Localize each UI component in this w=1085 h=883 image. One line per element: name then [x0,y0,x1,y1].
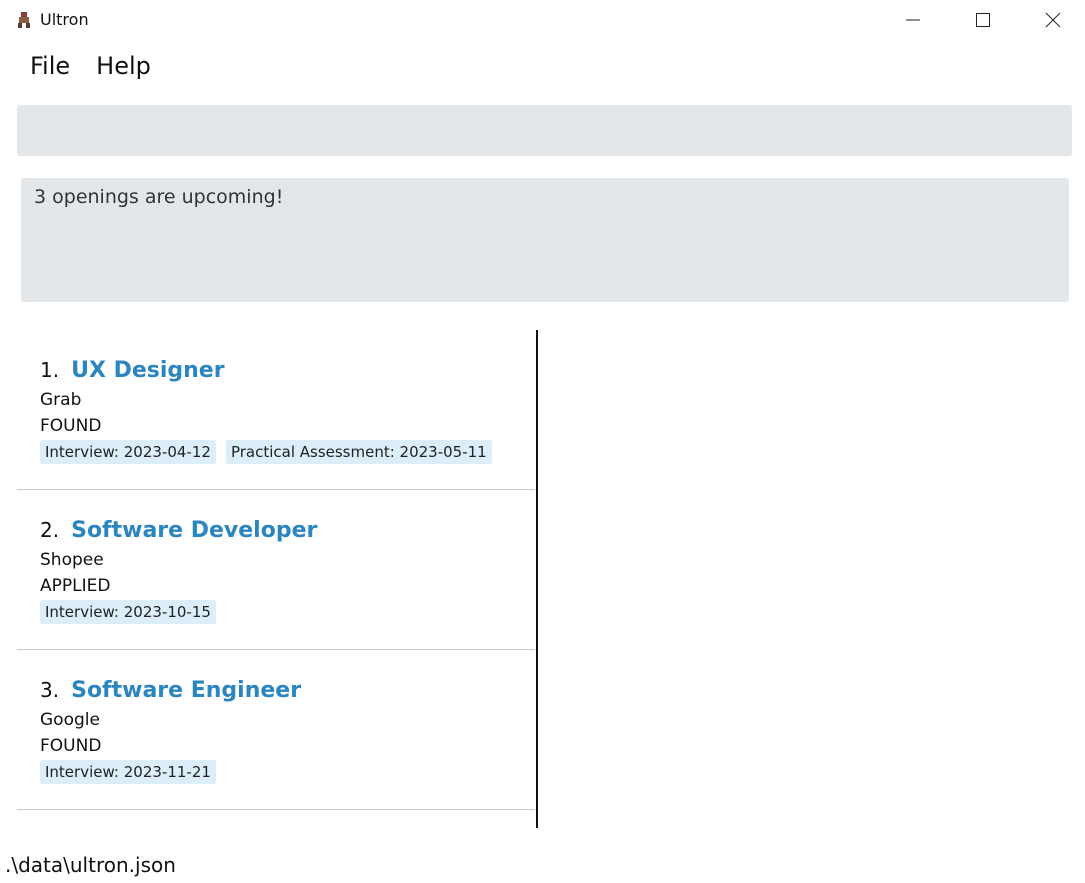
opening-company: Shopee [40,550,104,570]
opening-title: 3. Software Engineer [40,678,301,703]
opening-title: 1. UX Designer [40,358,225,383]
status-bar-path: .\data\ultron.json [5,853,176,877]
opening-status: FOUND [40,736,102,756]
opening-card[interactable]: 3. Software Engineer Google FOUND Interv… [17,650,535,810]
opening-status: FOUND [40,416,102,436]
opening-index: 3. [40,678,60,702]
opening-index: 1. [40,358,60,382]
opening-index: 2. [40,518,60,542]
keydate-tags: Interview: 2023-11-21 [40,760,216,784]
result-message: 3 openings are upcoming! [34,186,284,208]
opening-list[interactable]: 1. UX Designer Grab FOUND Interview: 202… [17,330,537,828]
menu-help[interactable]: Help [83,50,164,90]
keydate-tag: Interview: 2023-04-12 [40,440,216,464]
minimize-icon [906,19,920,21]
panel-divider[interactable] [536,330,538,828]
command-input[interactable] [17,105,1072,156]
window-title: Ultron [40,10,89,29]
keydate-tag: Interview: 2023-11-21 [40,760,216,784]
opening-role: UX Designer [71,358,225,383]
result-display: 3 openings are upcoming! [21,178,1069,302]
opening-card[interactable]: 2. Software Developer Shopee APPLIED Int… [17,490,535,650]
keydate-tag: Interview: 2023-10-15 [40,600,216,624]
opening-role: Software Engineer [71,678,302,703]
maximize-icon [976,13,990,27]
keydate-tags: Interview: 2023-04-12 Practical Assessme… [40,440,492,464]
menu-bar: File Help [17,50,164,90]
opening-role: Software Developer [71,518,318,543]
menu-file[interactable]: File [17,50,83,90]
ultron-app-icon [15,11,33,29]
opening-status: APPLIED [40,576,111,596]
opening-company: Grab [40,390,82,410]
opening-card[interactable]: 1. UX Designer Grab FOUND Interview: 202… [17,330,535,490]
opening-company: Google [40,710,100,730]
close-icon [1045,12,1061,28]
close-button[interactable] [1030,0,1076,40]
opening-title: 2. Software Developer [40,518,317,543]
minimize-button[interactable] [890,0,936,40]
keydate-tags: Interview: 2023-10-15 [40,600,216,624]
title-bar: Ultron [0,0,1085,40]
keydate-tag: Practical Assessment: 2023-05-11 [225,440,492,464]
maximize-button[interactable] [960,0,1006,40]
